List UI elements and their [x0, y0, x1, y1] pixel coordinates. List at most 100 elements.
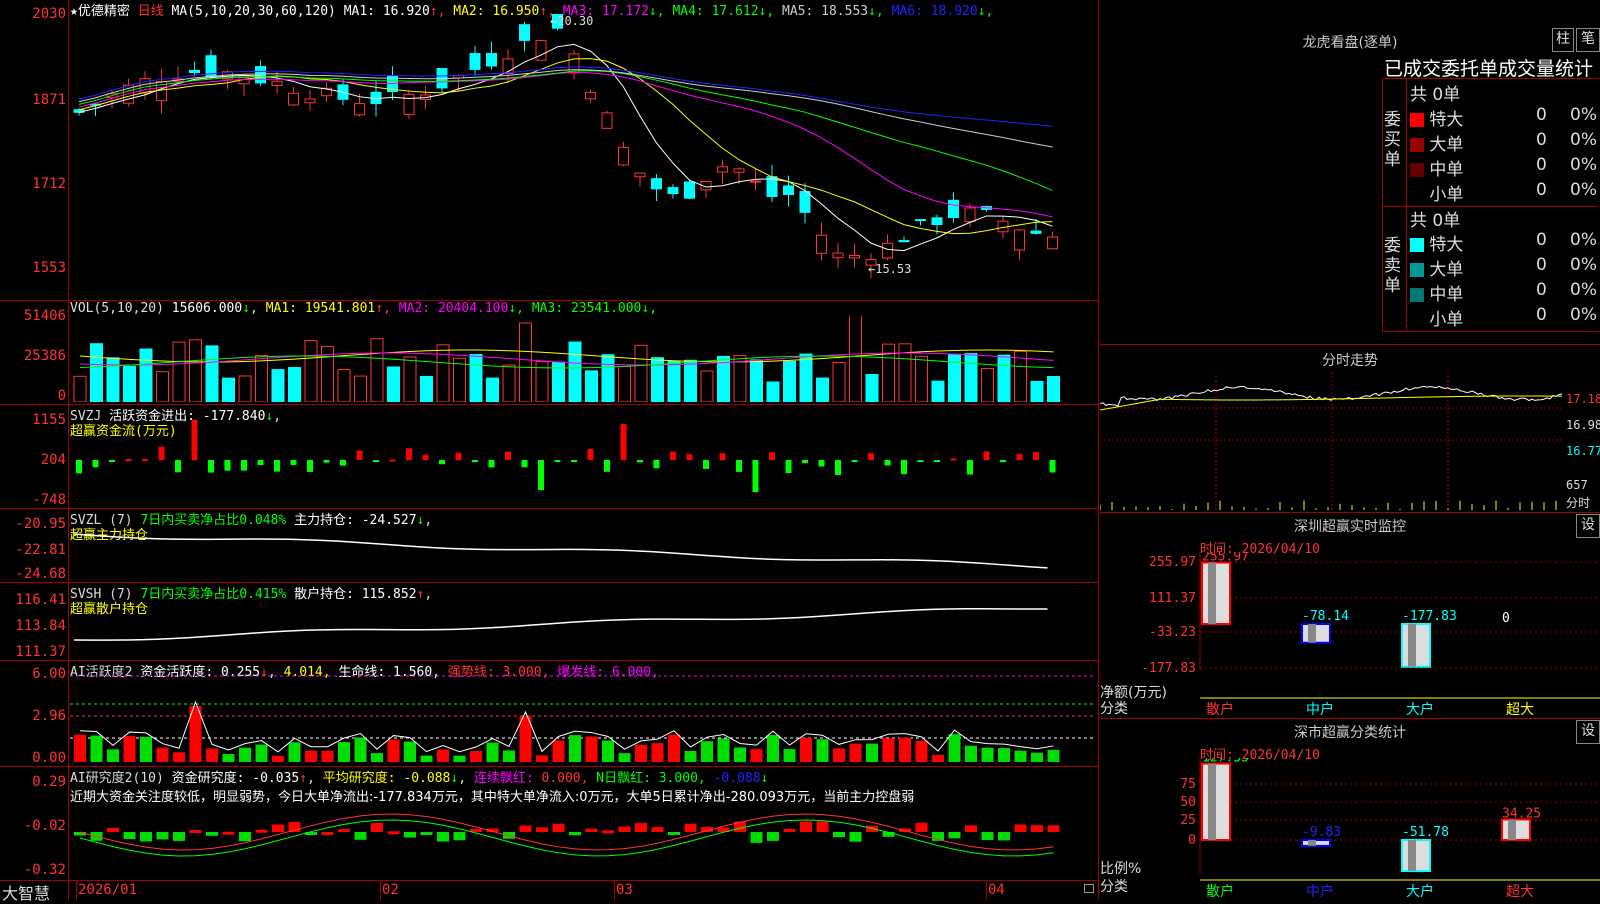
- flow-bar: [191, 420, 198, 460]
- order-count: 0: [1536, 180, 1547, 200]
- research-bar: [668, 832, 680, 835]
- order-pct: 0%: [1570, 280, 1597, 300]
- research-bar: [915, 822, 928, 832]
- flow-bar: [257, 460, 264, 466]
- intraday-chart[interactable]: [1100, 372, 1564, 510]
- dragon-tabs[interactable]: 已成交委托单成交量统计: [1384, 54, 1598, 81]
- activity-bar: [503, 750, 515, 762]
- vol-bar: [73, 375, 87, 402]
- research-chart[interactable]: [70, 804, 1096, 880]
- retail-chart[interactable]: [70, 600, 1096, 658]
- activity-bar: [338, 742, 350, 762]
- bar-value: -9.83: [1302, 825, 1341, 840]
- main-ytick-0: 2030: [32, 6, 66, 22]
- activity-bar: [948, 734, 961, 762]
- order-type: 小单: [1429, 310, 1464, 330]
- activity-bar: [321, 750, 334, 762]
- research-bar: [998, 832, 1010, 841]
- vol-ytick-2: 0: [57, 388, 66, 404]
- ai2-comment: 近期大资金关注度较低，明显弱势，今日大单净流出:-177.834万元，其中特大单…: [70, 790, 915, 805]
- flow-bar: [76, 460, 82, 474]
- candle-body: [304, 98, 316, 104]
- activity-bar: [602, 740, 614, 762]
- vol-bar: [436, 344, 450, 402]
- activity-bar: [783, 749, 796, 762]
- activity-bar: [239, 747, 251, 762]
- research-bar: [255, 829, 268, 833]
- research-bar: [833, 832, 845, 838]
- flow-bar: [884, 460, 891, 466]
- flow-bar: [224, 460, 231, 471]
- bar-value: 127.35: [1202, 758, 1249, 766]
- swatch: [1410, 138, 1424, 152]
- activity-chart[interactable]: [70, 674, 1096, 764]
- vol-bar: [238, 375, 252, 402]
- fund-flow-chart[interactable]: [70, 420, 1096, 506]
- vol-bar: [519, 322, 532, 402]
- vol-bar: [403, 356, 417, 402]
- flow-bar: [373, 460, 379, 462]
- candlestick-chart[interactable]: [70, 14, 1096, 298]
- research-bar: [1031, 825, 1043, 832]
- activity-bar: [635, 744, 647, 762]
- bar-value: -78.14: [1302, 609, 1349, 624]
- activity-bar: [453, 755, 466, 762]
- swatch: [1410, 313, 1424, 327]
- order-pct: 0%: [1570, 155, 1597, 175]
- ytick: 255.97: [1149, 555, 1196, 570]
- activity-bar: [915, 740, 928, 762]
- classify-chart[interactable]: 75 50 25 0 127.35 散户 -9.83 中户 -51.78 大户 34.25 超大: [1100, 758, 1600, 900]
- order-row: 特大 0 0%: [1410, 105, 1597, 130]
- main-force-chart[interactable]: [70, 530, 1096, 580]
- lock-icon[interactable]: [1084, 884, 1094, 893]
- ytick: -177.83: [1141, 661, 1196, 676]
- ai1-ytick-0: 6.00: [32, 666, 66, 682]
- activity-bar: [222, 753, 235, 762]
- svzj-ytick-0: 1155: [32, 412, 66, 428]
- buy-total: 共 0单: [1410, 85, 1461, 105]
- xaxis-label-3: 04: [988, 882, 1005, 898]
- activity-bar: [866, 743, 878, 762]
- research-bar: [750, 832, 763, 843]
- vol-bar: [684, 359, 697, 402]
- monitor-settings-button[interactable]: 设: [1576, 514, 1600, 538]
- volume-chart[interactable]: [70, 316, 1096, 402]
- swatch: [1410, 188, 1424, 202]
- research-bar: [206, 832, 218, 836]
- monitor-title: 深圳超赢实时监控: [1294, 519, 1406, 535]
- vol-ytick-1: 25386: [23, 348, 66, 364]
- bar-mode-button[interactable]: 柱: [1552, 28, 1574, 52]
- flow-bar: [851, 460, 858, 462]
- category-label: 大户: [1406, 883, 1434, 900]
- research-bar: [585, 828, 598, 832]
- flow-bar: [323, 460, 330, 463]
- buy-label: 委买单: [1384, 110, 1401, 170]
- research-bar: [948, 832, 961, 839]
- research-bar: [338, 829, 350, 833]
- order-row: 特大 0 0%: [1410, 230, 1597, 255]
- research-bar: [453, 832, 466, 841]
- classify-title: 深市超赢分类统计: [1294, 725, 1406, 741]
- activity-bar: [998, 748, 1010, 762]
- vol-bar: [337, 369, 351, 402]
- activity-bar: [965, 745, 977, 762]
- flow-bar: [554, 460, 561, 463]
- tick-mode-button[interactable]: 笔: [1576, 28, 1600, 52]
- candle-body: [1014, 229, 1025, 251]
- activity-bar: [569, 735, 581, 762]
- order-pct: 0%: [1570, 255, 1597, 275]
- flow-bar: [967, 460, 973, 475]
- vol-bar: [700, 370, 714, 402]
- flow-bar: [92, 460, 99, 468]
- flow-bar: [571, 460, 577, 462]
- flow-bar: [653, 460, 660, 469]
- classify-settings-button[interactable]: 设: [1576, 720, 1600, 744]
- monitor-chart[interactable]: 255.97 111.37 -33.23 -177.83 255.97 散户 -78.14 中…: [1100, 552, 1600, 718]
- vol-bar: [964, 353, 978, 402]
- flow-bar: [587, 449, 594, 460]
- research-bar: [981, 832, 994, 841]
- vol-bar: [783, 360, 796, 402]
- flow-bar: [1000, 460, 1006, 463]
- order-pct: 0%: [1570, 105, 1597, 125]
- activity-bar: [899, 737, 911, 762]
